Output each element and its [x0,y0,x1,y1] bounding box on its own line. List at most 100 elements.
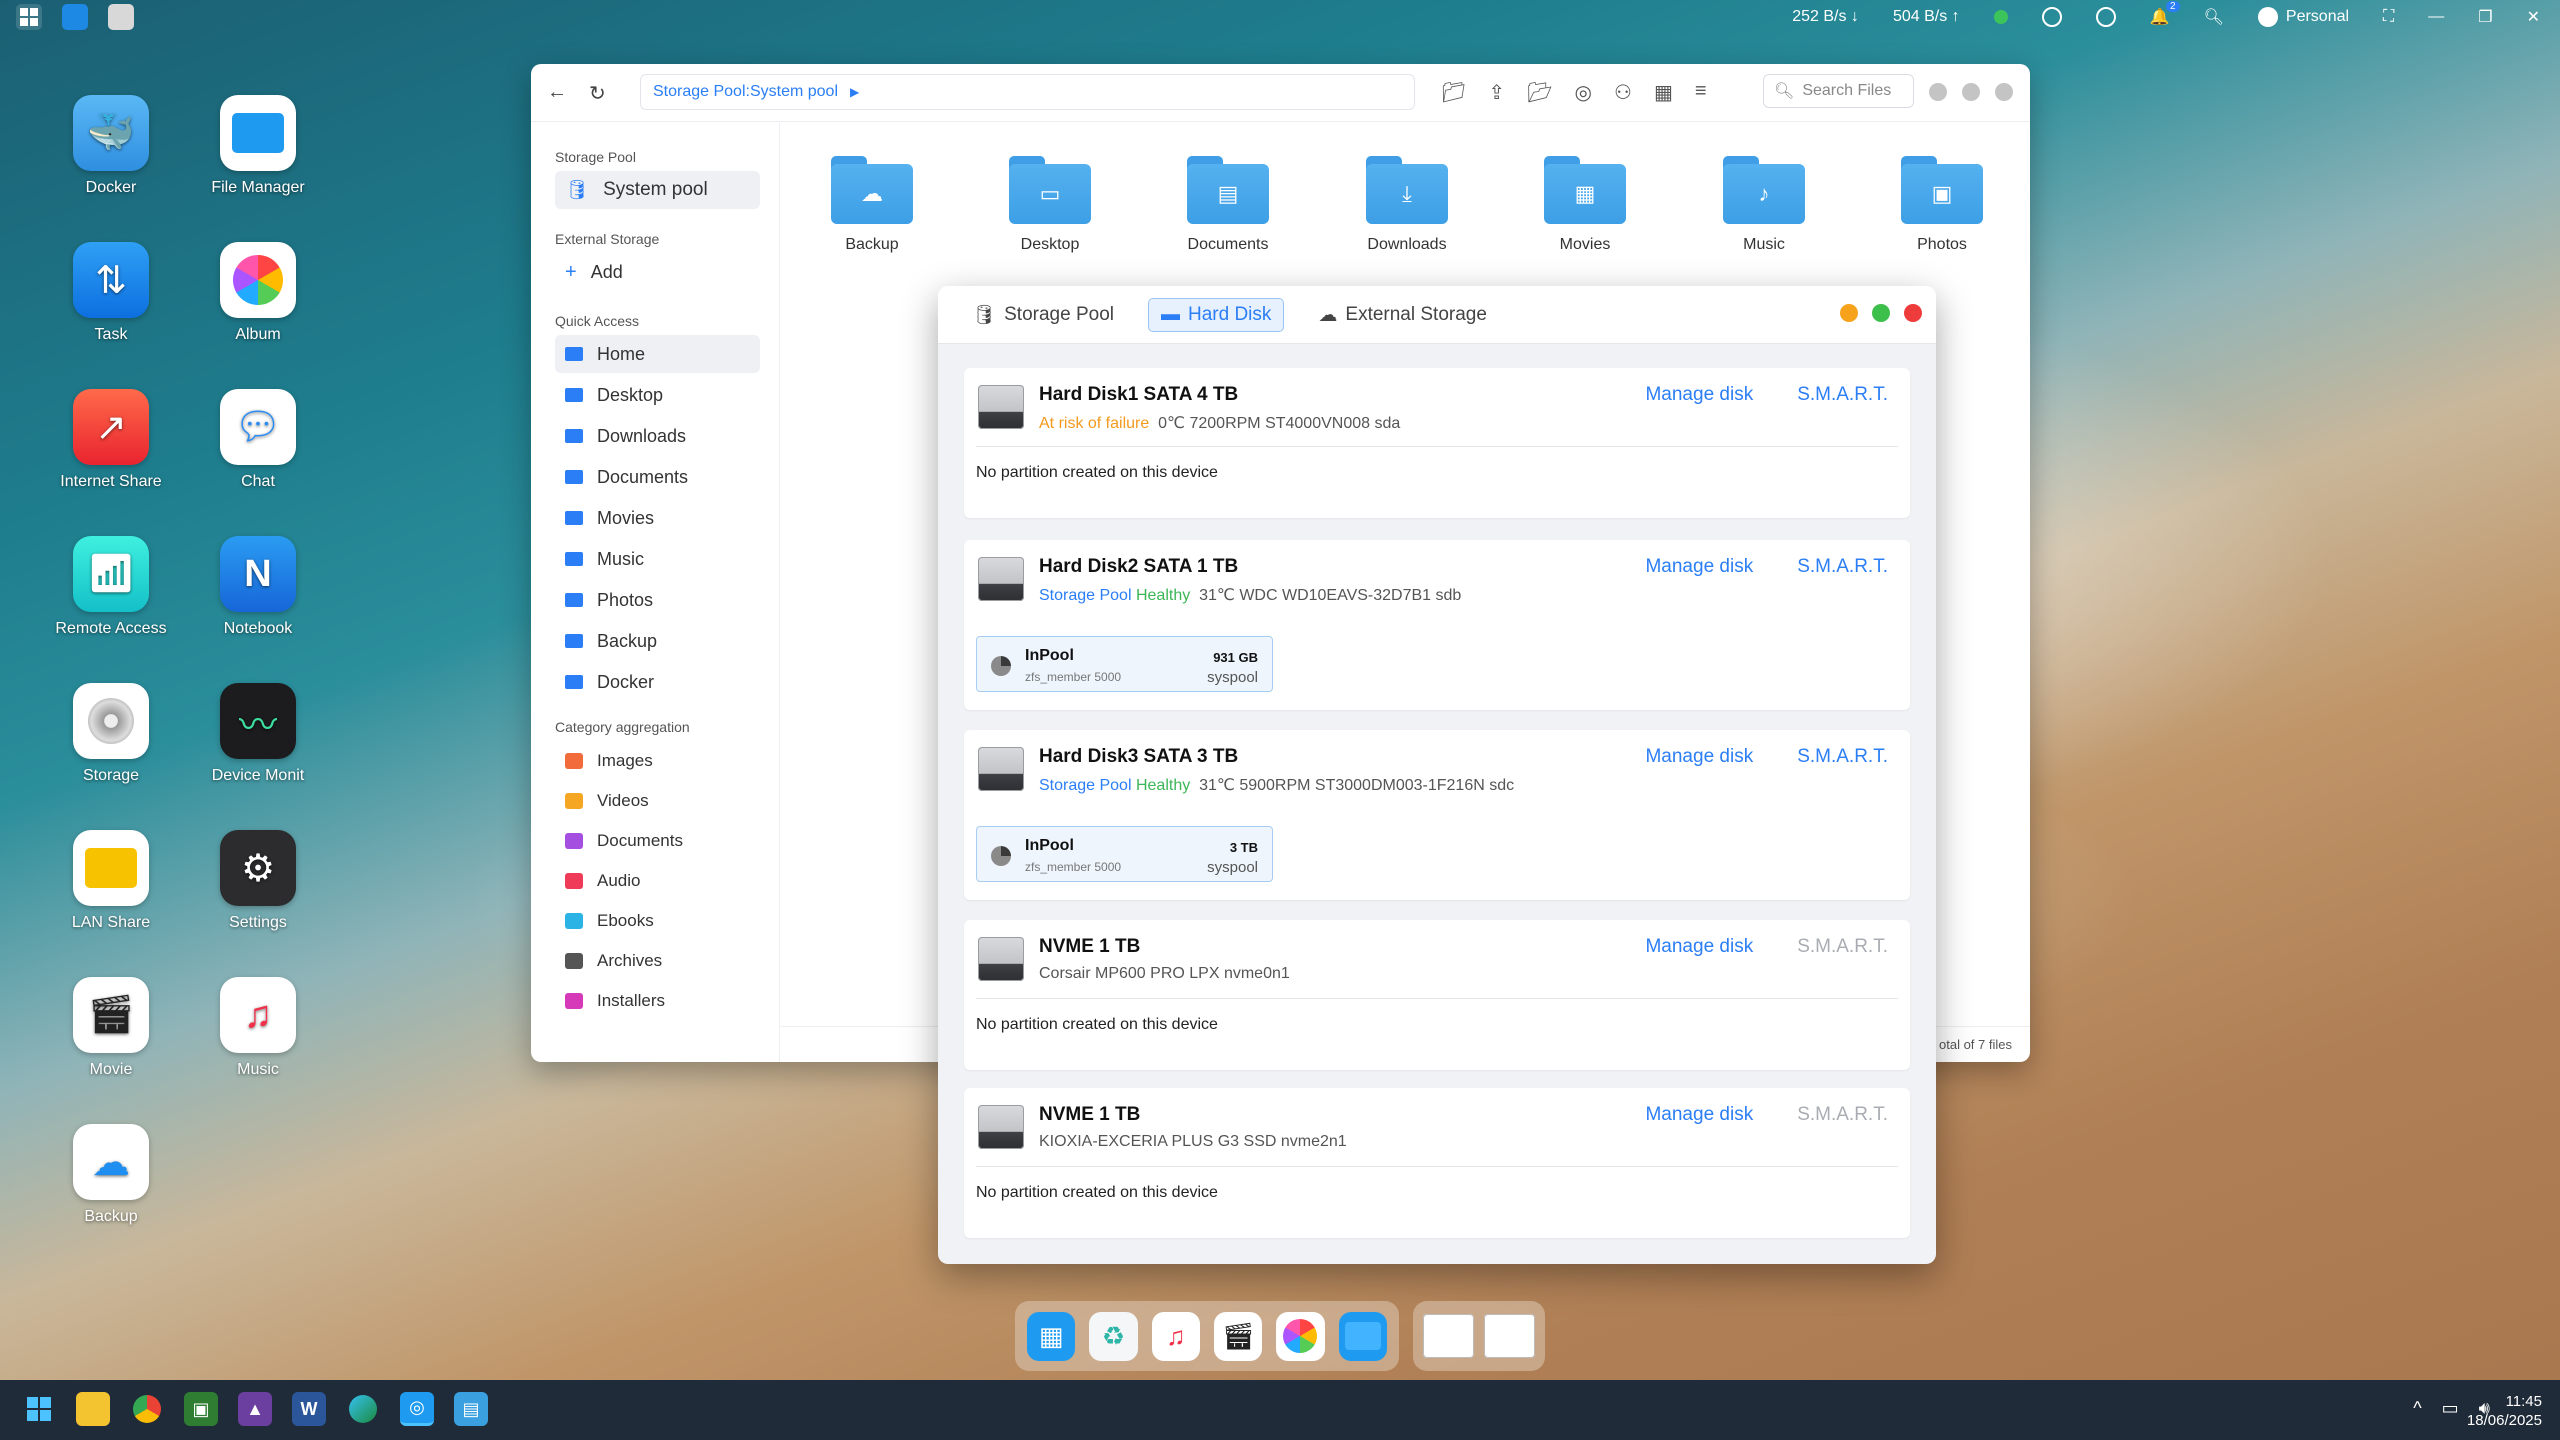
move-folder-icon[interactable]: 📂︎ [1527,80,1552,105]
sidebar-item-installers[interactable]: Installers [555,981,760,1021]
notepad-icon[interactable]: ▤ [454,1392,488,1426]
manage-disk-link[interactable]: Manage disk [1645,1104,1753,1126]
folder-movies[interactable]: ▦ Movies [1530,156,1640,254]
sidebar-item-desktop[interactable]: Desktop [555,376,760,414]
hide-eye-icon[interactable]: ◎ [1575,80,1592,105]
dock-music-icon[interactable]: ♫ [1151,1311,1200,1361]
desktop-icon-notebook[interactable]: N Notebook [193,536,323,638]
window-minimize-button[interactable] [1840,304,1858,322]
desktop-icon-backup[interactable]: ☁ Backup [46,1124,176,1226]
minimize-icon[interactable]: — [2428,8,2444,26]
sidebar-item-audio[interactable]: Audio [555,861,760,901]
folder-backup[interactable]: ☁ Backup [817,156,927,254]
folder-documents[interactable]: ▤ Documents [1173,156,1283,254]
window-maximize-button[interactable] [1962,83,1980,101]
clock-sync-icon[interactable] [2041,7,2062,27]
sidebar-item-docker[interactable]: Docker [555,663,760,701]
window-maximize-button[interactable] [1872,304,1890,322]
sort-icon[interactable]: ≡ [1695,80,1707,105]
desktop-icon-album[interactable]: Album [193,242,323,344]
folder-photos[interactable]: ▣ Photos [1887,156,1997,254]
smart-link[interactable]: S.M.A.R.T. [1797,556,1888,578]
sidebar-item-images[interactable]: Images [555,741,760,781]
dock-recycle-icon[interactable]: ♻ [1089,1311,1138,1361]
desktop-icon-music[interactable]: ♫ Music [193,977,323,1079]
desktop-icon-docker[interactable]: 🐳 Docker [46,95,176,197]
dock-file-manager-icon[interactable] [1338,1311,1387,1361]
window-close-button[interactable] [1995,83,2013,101]
close-icon[interactable]: ✕ [2527,7,2540,27]
manage-disk-link[interactable]: Manage disk [1645,556,1753,578]
desktop-icon-storage[interactable]: Storage [46,683,176,785]
window-close-button[interactable] [1904,304,1922,322]
chat-app-icon[interactable]: ▣ [184,1392,218,1426]
sidebar-item-downloads[interactable]: Downloads [555,417,760,455]
window-minimize-button[interactable] [1929,83,1947,101]
tab-storage-pool[interactable]: 🛢︎ Storage Pool [960,298,1126,332]
sidebar-item-system-pool[interactable]: 🛢︎ System pool [555,171,760,209]
partition-chip[interactable]: InPool zfs_member 5000 931 GB syspool [976,636,1273,692]
desktop-icon-file-manager[interactable]: File Manager [193,95,323,197]
windows-start-icon[interactable] [22,1392,56,1426]
manage-disk-link[interactable]: Manage disk [1645,384,1753,406]
fullscreen-icon[interactable]: ⛶ [2383,8,2394,26]
smart-link[interactable]: S.M.A.R.T. [1797,384,1888,406]
desktop-icon-chat[interactable]: 💬︎ Chat [193,389,323,491]
manage-disk-link[interactable]: Manage disk [1645,746,1753,768]
sidebar-item-documents[interactable]: Documents [555,458,760,496]
notification-bell-icon[interactable]: 🔔 2 [2150,1,2180,27]
desktop-icon-lan-share[interactable]: LAN Share [46,830,176,932]
desktop-icon-movie[interactable]: 🎬︎ Movie [46,977,176,1079]
folder-downloads[interactable]: ⤓ Downloads [1352,156,1462,254]
sidebar-item-add[interactable]: + Add [555,253,760,291]
dock-launcher-icon[interactable]: ▦ [1027,1311,1076,1361]
status-dot-icon[interactable] [1993,10,2008,24]
sidebar-item-backup[interactable]: Backup [555,622,760,660]
desktop-icon-settings[interactable]: ⚙ Settings [193,830,323,932]
chrome-icon[interactable] [130,1392,164,1426]
nas-client-icon[interactable]: ◎ [400,1392,434,1426]
share-users-icon[interactable]: ⚇ [1614,80,1632,105]
new-folder-icon[interactable]: 📁︎ [1441,80,1466,105]
sidebar-item-ebooks[interactable]: Ebooks [555,901,760,941]
restore-icon[interactable]: ❐ [2478,7,2492,27]
search-icon[interactable]: 🔍︎ [2204,7,2224,27]
sidebar-item-videos[interactable]: Videos [555,781,760,821]
sidebar-item-home[interactable]: Home [555,335,760,373]
desktop-icon-device-monitor[interactable]: 〰 Device Monit [193,683,323,785]
storage-window-thumbnail[interactable] [1484,1314,1535,1358]
folder-music[interactable]: ♪ Music [1709,156,1819,254]
desktop-icon-internet-share[interactable]: ↗ Internet Share [46,389,176,491]
sidebar-item-category-documents[interactable]: Documents [555,821,760,861]
edge-icon[interactable] [346,1392,380,1426]
partition-chip[interactable]: InPool zfs_member 5000 3 TB syspool [976,826,1273,882]
smart-link[interactable]: S.M.A.R.T. [1797,746,1888,768]
upload-icon[interactable]: ⇪ [1488,80,1505,105]
taskbar-clock[interactable]: 11:45 18/06/2025 [2467,1392,2542,1430]
desktop-icon-remote-access[interactable]: 📶︎ Remote Access [46,536,176,638]
file-manager-task-icon[interactable] [62,4,88,30]
network-icon[interactable]: ▭ [2442,1398,2459,1419]
back-arrow-icon[interactable]: ← [547,81,567,106]
affinity-icon[interactable]: ▲ [238,1392,272,1426]
start-grid-icon[interactable] [16,4,42,30]
chevron-right-icon[interactable]: ▶ [850,85,859,99]
desktop-icon-task[interactable]: ⇅ Task [46,242,176,344]
tray-chevron-up-icon[interactable]: ^ [2413,1398,2421,1419]
folder-desktop[interactable]: ▭ Desktop [995,156,1105,254]
refresh-icon[interactable]: ↻ [589,81,606,106]
path-breadcrumb[interactable]: Storage Pool:System pool ▶ [640,74,1415,110]
dock-album-icon[interactable] [1276,1311,1325,1361]
search-files-input[interactable]: 🔍︎ Search Files [1763,74,1914,108]
sidebar-item-movies[interactable]: Movies [555,499,760,537]
file-explorer-icon[interactable] [76,1392,110,1426]
dock-movie-icon[interactable]: 🎬︎ [1213,1311,1263,1361]
tab-external-storage[interactable]: ☁ External Storage [1306,298,1499,332]
manage-disk-link[interactable]: Manage disk [1645,936,1753,958]
grid-view-icon[interactable]: ▦ [1654,80,1673,105]
user-menu[interactable]: Personal [2257,7,2349,27]
file-manager-window-thumbnail[interactable] [1423,1314,1474,1358]
sidebar-item-archives[interactable]: Archives [555,941,760,981]
sidebar-item-photos[interactable]: Photos [555,581,760,619]
refresh-icon[interactable] [2095,7,2116,27]
